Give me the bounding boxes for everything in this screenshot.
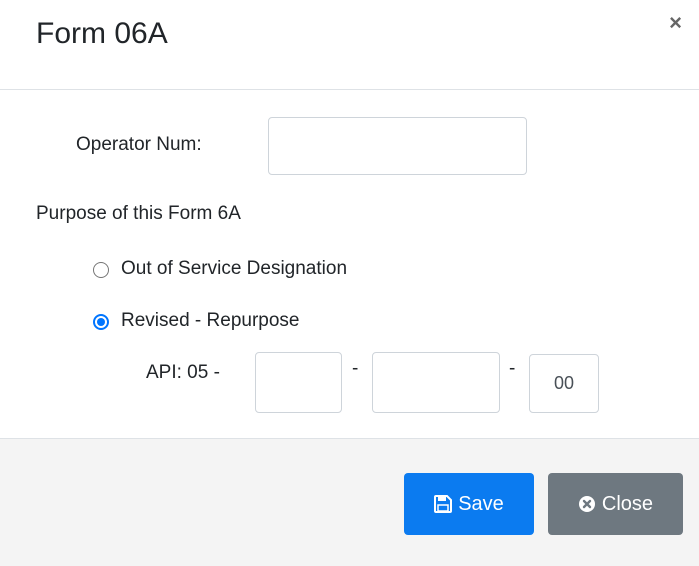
operator-num-label: Operator Num: <box>76 134 202 155</box>
save-button[interactable]: Save <box>404 473 534 535</box>
close-button-label: Close <box>601 492 654 515</box>
modal-body: Operator Num: Purpose of this Form 6A Ou… <box>0 90 699 438</box>
form-modal: Form 06A × Operator Num: Purpose of this… <box>0 0 699 566</box>
api-label: API: 05 - <box>146 362 220 383</box>
api-field-2[interactable] <box>372 352 500 413</box>
modal-footer: Save Close <box>0 438 699 566</box>
close-icon[interactable]: × <box>669 11 682 35</box>
revised-repurpose-radio[interactable] <box>93 314 109 330</box>
close-button[interactable]: Close <box>548 473 683 535</box>
purpose-label: Purpose of this Form 6A <box>36 203 241 224</box>
operator-num-input[interactable] <box>268 117 527 175</box>
revised-repurpose-label[interactable]: Revised - Repurpose <box>121 310 299 332</box>
out-of-service-label[interactable]: Out of Service Designation <box>121 258 347 280</box>
api-separator-2: - <box>509 358 516 379</box>
api-field-3[interactable] <box>529 354 599 413</box>
modal-title: Form 06A <box>36 17 168 50</box>
api-field-1[interactable] <box>255 352 342 413</box>
modal-header: Form 06A × <box>0 0 699 90</box>
api-separator-1: - <box>352 358 359 379</box>
times-circle-icon <box>578 495 596 513</box>
save-button-label: Save <box>458 492 504 515</box>
floppy-disk-icon <box>434 495 453 513</box>
out-of-service-radio[interactable] <box>93 262 109 278</box>
